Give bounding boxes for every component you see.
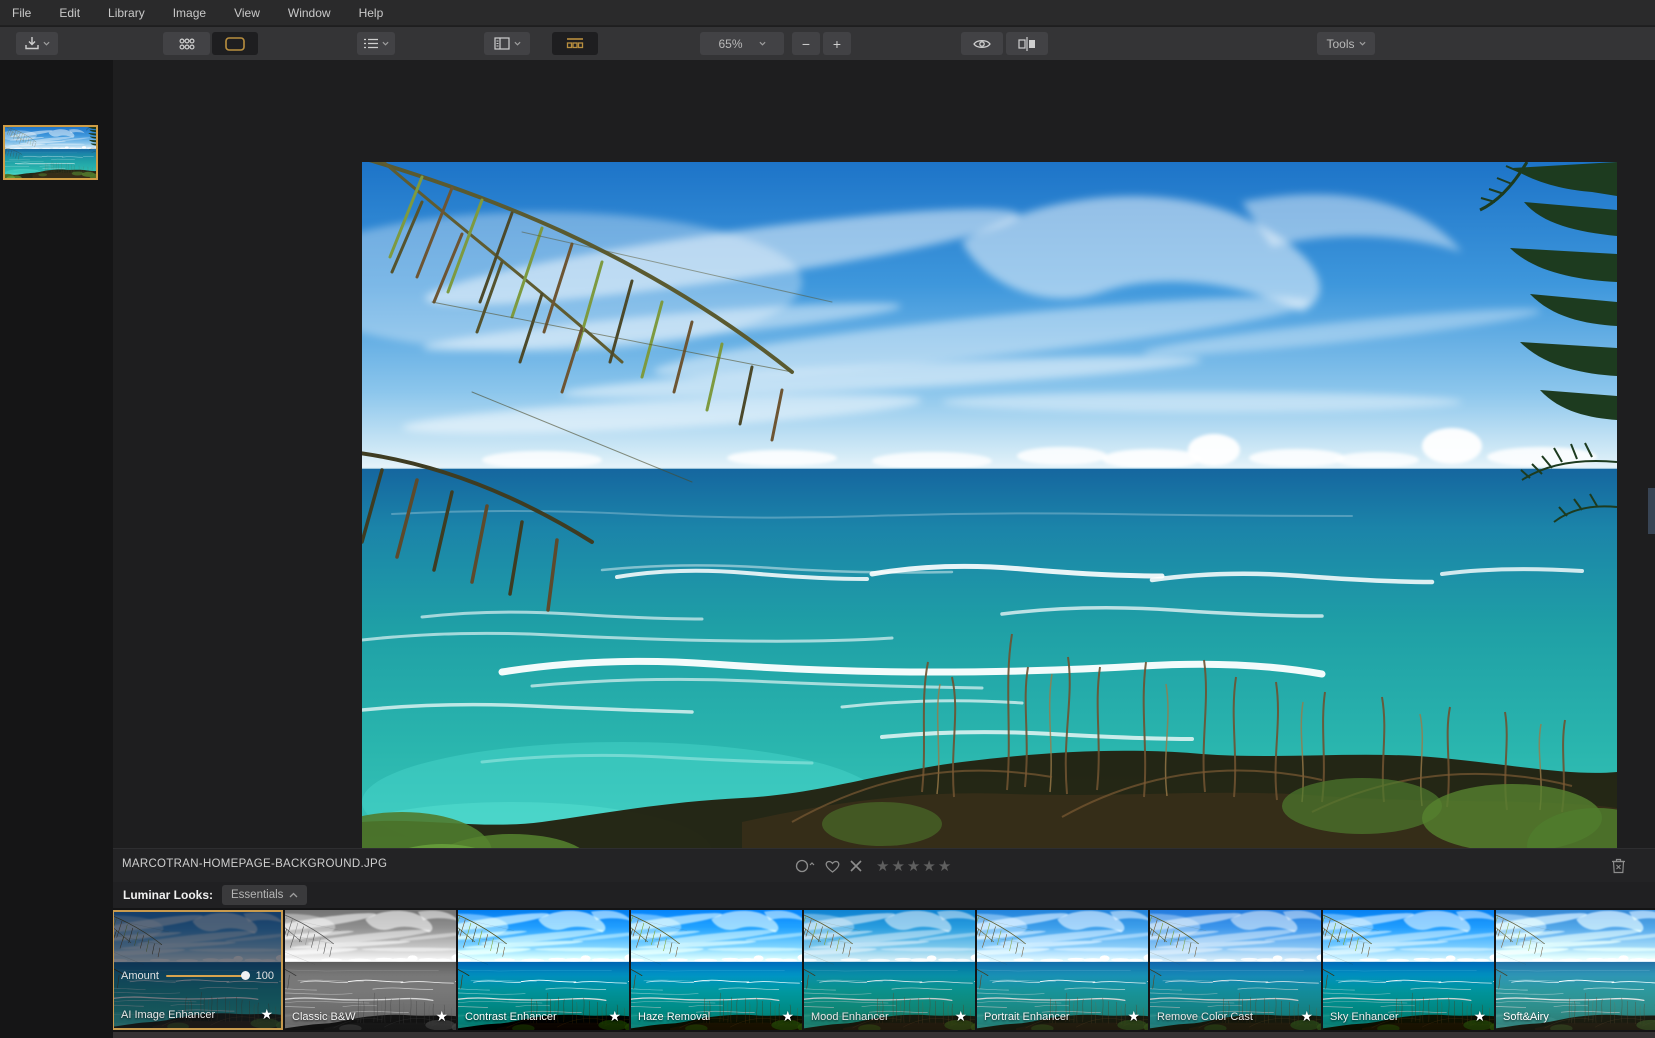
single-view-icon bbox=[225, 37, 245, 51]
chevron-down-icon bbox=[759, 41, 766, 46]
star-icon[interactable]: ★ bbox=[938, 859, 951, 874]
filmstrip-toggle-button[interactable] bbox=[552, 32, 598, 55]
list-icon bbox=[364, 38, 378, 49]
tools-label: Tools bbox=[1326, 37, 1354, 51]
chevron-down-icon bbox=[382, 41, 389, 46]
menu-edit[interactable]: Edit bbox=[45, 0, 94, 26]
looks-bar: Luminar Looks: Essentials bbox=[113, 882, 1655, 908]
look-label: AI Image Enhancer bbox=[121, 1009, 215, 1021]
menu-view[interactable]: View bbox=[220, 0, 274, 26]
trash-icon bbox=[1611, 857, 1626, 874]
amount-slider-knob[interactable] bbox=[241, 971, 250, 980]
ocean-photo bbox=[362, 162, 1617, 871]
menu-image[interactable]: Image bbox=[159, 0, 220, 26]
look-favorite-star-icon[interactable]: ★ bbox=[260, 1006, 273, 1023]
main-photo bbox=[362, 162, 1617, 871]
chevron-down-icon bbox=[43, 41, 50, 46]
tools-dropdown[interactable]: Tools bbox=[1317, 32, 1375, 55]
right-panel-handle[interactable] bbox=[1648, 488, 1655, 534]
filmstrip-icon bbox=[566, 37, 584, 50]
amount-value: 100 bbox=[256, 970, 274, 982]
quick-preview-button[interactable] bbox=[961, 32, 1003, 55]
look-favorite-star-icon[interactable]: ★ bbox=[1473, 1008, 1486, 1025]
looks-collection-value: Essentials bbox=[231, 889, 283, 901]
amount-slider[interactable] bbox=[166, 975, 249, 977]
looks-filmstrip: Amount 100 AI Image Enhancer ★ Classic B… bbox=[113, 908, 1655, 1032]
look-label: Contrast Enhancer bbox=[465, 1011, 557, 1023]
look-favorite-star-icon[interactable]: ★ bbox=[435, 1008, 448, 1025]
zoom-level-value: 65% bbox=[718, 37, 742, 51]
menu-help[interactable]: Help bbox=[345, 0, 398, 26]
look-favorite-star-icon[interactable]: ★ bbox=[781, 1008, 794, 1025]
side-panel-toggle-button[interactable] bbox=[484, 32, 530, 55]
minus-icon: − bbox=[802, 36, 810, 52]
compare-before-after-icon bbox=[1018, 37, 1036, 51]
zoom-out-button[interactable]: − bbox=[792, 32, 820, 55]
looks-collection-dropdown[interactable]: Essentials bbox=[222, 885, 307, 905]
look-tile-haze-removal[interactable]: Haze Removal ★ bbox=[631, 910, 802, 1030]
delete-button[interactable] bbox=[1611, 857, 1626, 879]
zoom-level-dropdown[interactable]: 65% bbox=[700, 32, 784, 55]
info-bar: MARCOTRAN-HOMEPAGE-BACKGROUND.JPG ★ bbox=[113, 848, 1655, 882]
zoom-in-button[interactable]: + bbox=[823, 32, 851, 55]
star-icon[interactable]: ★ bbox=[876, 859, 889, 874]
thumbnail-photo bbox=[5, 127, 96, 178]
filmstrip-side-panel bbox=[0, 60, 113, 1038]
export-icon bbox=[25, 37, 39, 50]
chevron-up-icon bbox=[289, 892, 298, 898]
color-label-button[interactable] bbox=[795, 859, 815, 873]
look-favorite-star-icon[interactable]: ★ bbox=[1127, 1008, 1140, 1025]
reject-x-button[interactable] bbox=[850, 860, 862, 872]
star-icon[interactable]: ★ bbox=[907, 859, 920, 874]
look-tile-ai-image-enhancer[interactable]: Amount 100 AI Image Enhancer ★ bbox=[113, 910, 283, 1030]
favorite-heart-button[interactable] bbox=[825, 860, 840, 873]
image-thumbnail-selected[interactable] bbox=[3, 125, 98, 180]
export-button[interactable] bbox=[16, 32, 58, 55]
chevron-down-icon bbox=[514, 41, 521, 46]
menu-file[interactable]: File bbox=[0, 0, 45, 26]
rating-group: ★ ★ ★ ★ ★ bbox=[795, 849, 951, 883]
compare-button[interactable] bbox=[1006, 32, 1048, 55]
filename-label: MARCOTRAN-HOMEPAGE-BACKGROUND.JPG bbox=[122, 858, 387, 870]
sort-list-button[interactable] bbox=[357, 32, 395, 55]
look-label: Classic B&W bbox=[292, 1011, 356, 1023]
look-tile-portrait-enhancer[interactable]: Portrait Enhancer ★ bbox=[977, 910, 1148, 1030]
look-label: Soft&Airy bbox=[1503, 1011, 1549, 1023]
side-panel-icon bbox=[494, 37, 510, 50]
look-amount-slider-row: Amount 100 bbox=[121, 970, 274, 982]
look-tile-contrast-enhancer[interactable]: Contrast Enhancer ★ bbox=[458, 910, 629, 1030]
toolbar: 65% − + Tools bbox=[0, 27, 1655, 60]
look-label: Portrait Enhancer bbox=[984, 1011, 1070, 1023]
look-favorite-star-icon[interactable]: ★ bbox=[1300, 1008, 1313, 1025]
eye-icon bbox=[973, 38, 991, 50]
star-rating[interactable]: ★ ★ ★ ★ ★ bbox=[876, 859, 951, 874]
star-icon[interactable]: ★ bbox=[922, 859, 935, 874]
look-label: Mood Enhancer bbox=[811, 1011, 889, 1023]
look-favorite-star-icon[interactable]: ★ bbox=[608, 1008, 621, 1025]
chevron-down-icon bbox=[1359, 41, 1366, 46]
plus-icon: + bbox=[833, 36, 841, 52]
looks-title: Luminar Looks: bbox=[123, 888, 213, 902]
menu-window[interactable]: Window bbox=[274, 0, 345, 26]
look-label: Remove Color Cast bbox=[1157, 1011, 1253, 1023]
look-tile-remove-color-cast[interactable]: Remove Color Cast ★ bbox=[1150, 910, 1321, 1030]
menu-bar: File Edit Library Image View Window Help bbox=[0, 0, 1655, 26]
look-tile-mood-enhancer[interactable]: Mood Enhancer ★ bbox=[804, 910, 975, 1030]
look-label: Sky Enhancer bbox=[1330, 1011, 1398, 1023]
star-icon[interactable]: ★ bbox=[891, 859, 904, 874]
single-view-button[interactable] bbox=[212, 32, 258, 55]
filmstrip-scrollbar[interactable] bbox=[113, 1032, 1655, 1038]
luminar-window: File Edit Library Image View Window Help bbox=[0, 0, 1655, 1038]
look-tile-sky-enhancer[interactable]: Sky Enhancer ★ bbox=[1323, 910, 1494, 1030]
look-favorite-star-icon[interactable]: ★ bbox=[954, 1008, 967, 1025]
look-tile-soft-airy[interactable]: Soft&Airy bbox=[1496, 910, 1655, 1030]
main-canvas bbox=[113, 60, 1655, 848]
look-tile-classic-bw[interactable]: Classic B&W ★ bbox=[285, 910, 456, 1030]
grid-view-button[interactable] bbox=[163, 32, 210, 55]
look-label: Haze Removal bbox=[638, 1011, 710, 1023]
menu-library[interactable]: Library bbox=[94, 0, 159, 26]
grid-view-icon bbox=[179, 38, 195, 50]
amount-label: Amount bbox=[121, 970, 159, 982]
